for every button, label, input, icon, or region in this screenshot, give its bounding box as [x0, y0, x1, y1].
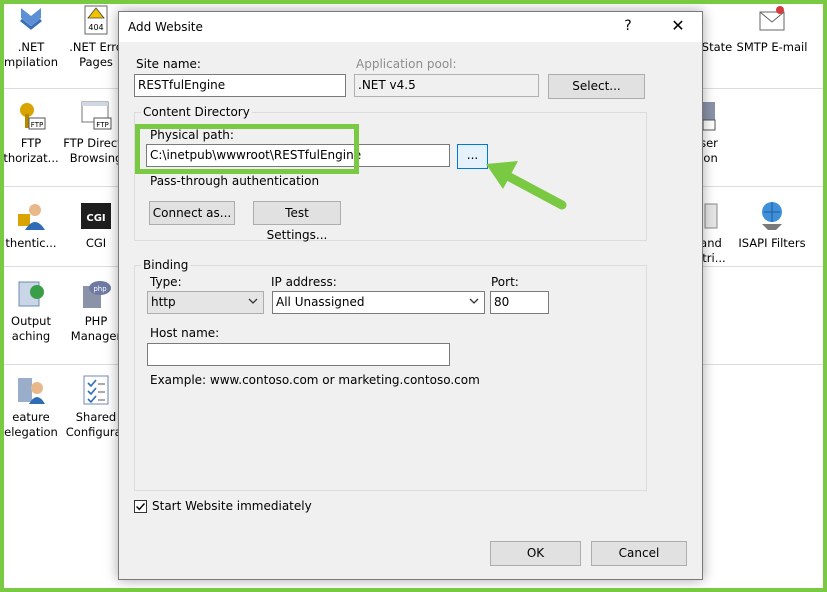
- svg-text:FTP: FTP: [96, 121, 108, 129]
- feature-label: SMTP E-mail: [736, 40, 808, 54]
- document-icon: [704, 203, 718, 229]
- pointer-arrow-icon: [486, 161, 567, 210]
- checkmark-icon: [136, 503, 146, 511]
- type-label: Type:: [150, 275, 182, 289]
- feature-isapi-filters[interactable]: ISAPI Filters: [734, 200, 810, 251]
- host-name-label: Host name:: [150, 326, 220, 340]
- feature-label: elegation: [4, 425, 58, 439]
- error-page-icon: 404: [84, 5, 108, 35]
- cancel-button[interactable]: Cancel: [591, 541, 687, 566]
- test-settings-button[interactable]: Test Settings...: [253, 201, 341, 242]
- email-icon: [759, 6, 785, 31]
- feature-label: .NET: [17, 40, 45, 54]
- feature-label: FTP: [20, 136, 42, 150]
- type-value: http: [151, 295, 176, 309]
- content-directory-title: Content Directory: [141, 105, 252, 119]
- output-cache-icon: [18, 281, 44, 307]
- select-app-pool-button[interactable]: Select...: [548, 74, 645, 99]
- cgi-icon: CGI: [81, 203, 111, 229]
- shared-config-icon: [83, 375, 109, 405]
- chevron-down-icon: [469, 298, 479, 304]
- globe-filter-icon: [762, 202, 782, 230]
- start-immediately-label: Start Website immediately: [152, 499, 312, 513]
- site-name-input[interactable]: RESTfulEngine: [134, 74, 346, 97]
- feature-label: Manager: [70, 329, 122, 343]
- php-icon: php: [83, 281, 111, 308]
- feature-label: aching: [11, 329, 51, 343]
- type-select[interactable]: http: [147, 291, 264, 314]
- start-immediately-checkbox[interactable]: [134, 500, 147, 513]
- svg-text:php: php: [93, 285, 107, 293]
- svg-text:404: 404: [88, 23, 103, 32]
- svg-text:FTP: FTP: [31, 121, 43, 129]
- ip-address-value: All Unassigned: [276, 295, 365, 309]
- feature-label: Browsing: [69, 151, 123, 165]
- feature-label: thentic...: [5, 236, 57, 250]
- user-icon: [702, 102, 716, 131]
- svg-text:CGI: CGI: [86, 213, 105, 224]
- feature-label: State: [701, 40, 733, 54]
- host-name-example: Example: www.contoso.com or marketing.co…: [150, 373, 480, 387]
- compilation-icon: [20, 8, 42, 30]
- feature-label: mpilation: [4, 55, 58, 69]
- app-pool-field: .NET v4.5: [354, 74, 539, 97]
- feature-label: Output: [11, 314, 51, 328]
- delegation-icon: [18, 378, 45, 404]
- feature-label: and: [700, 236, 722, 250]
- feature-label: eature: [12, 410, 50, 424]
- dialog-title: Add Website: [128, 20, 203, 34]
- feature-label: .NET Erro: [69, 40, 123, 54]
- user-lock-icon: [18, 204, 45, 230]
- feature-label: CGI: [85, 236, 107, 250]
- ftp-browse-icon: FTP: [81, 101, 112, 130]
- site-name-label: Site name:: [136, 57, 201, 71]
- close-button[interactable]: ✕: [668, 16, 688, 35]
- connect-as-button[interactable]: Connect as...: [149, 201, 235, 225]
- pass-through-label: Pass-through authentication: [150, 174, 320, 188]
- feature-label: ISAPI Filters: [738, 236, 806, 250]
- feature-label: Shared: [75, 410, 117, 424]
- host-name-input[interactable]: [147, 343, 450, 366]
- ip-address-select[interactable]: All Unassigned: [272, 291, 485, 314]
- port-label: Port:: [491, 275, 519, 289]
- app-pool-label: Application pool:: [356, 57, 457, 71]
- binding-title: Binding: [141, 258, 191, 272]
- add-website-dialog: Add Website ? ✕ Site name: RESTfulEngine…: [118, 11, 703, 580]
- physical-path-highlight: [135, 124, 359, 174]
- ip-address-label: IP address:: [271, 275, 337, 289]
- title-bar: Add Website ? ✕: [119, 12, 702, 42]
- feature-smtp-email[interactable]: SMTP E-mail: [734, 4, 810, 55]
- ok-button[interactable]: OK: [490, 541, 581, 566]
- ftp-key-icon: FTP: [20, 103, 46, 130]
- help-button[interactable]: ?: [618, 18, 638, 34]
- chevron-down-icon: [248, 298, 258, 304]
- feature-label: PHP: [84, 314, 108, 328]
- feature-label: Pages: [79, 55, 113, 69]
- port-input[interactable]: 80: [490, 291, 549, 314]
